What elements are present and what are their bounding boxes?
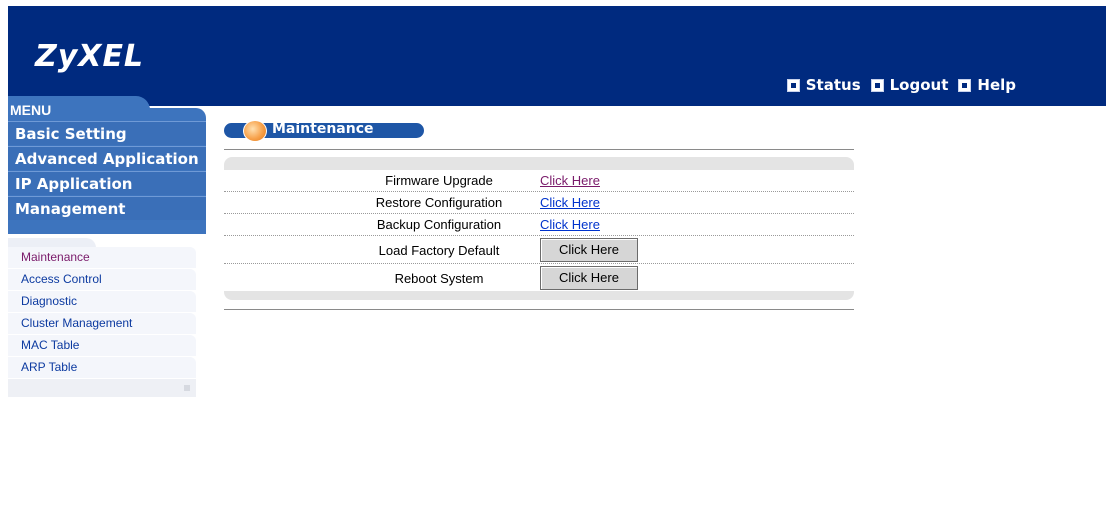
- divider-bottom: [224, 309, 854, 310]
- backup-configuration-link[interactable]: Click Here: [540, 217, 600, 232]
- menu-title: MENU: [10, 102, 52, 118]
- logout-icon: [870, 78, 884, 92]
- status-link-label: Status: [805, 76, 861, 94]
- table-row: Firmware Upgrade Click Here: [224, 170, 854, 192]
- divider-top: [224, 149, 854, 150]
- menu-item-management[interactable]: Management: [8, 196, 206, 220]
- top-links: Status Logout Help: [786, 76, 1016, 94]
- submenu-item-diagnostic[interactable]: Diagnostic: [8, 291, 196, 313]
- table-row: Reboot System Click Here: [224, 264, 854, 291]
- submenu-item-maintenance[interactable]: Maintenance: [8, 247, 196, 269]
- submenu-list: Maintenance Access Control Diagnostic Cl…: [8, 247, 196, 397]
- firmware-upgrade-link[interactable]: Click Here: [540, 173, 600, 188]
- status-link[interactable]: Status: [786, 76, 861, 94]
- logout-link-label: Logout: [889, 76, 949, 94]
- submenu-footer: [8, 379, 196, 397]
- table-row: Load Factory Default Click Here: [224, 236, 854, 264]
- submenu-item-access-control[interactable]: Access Control: [8, 269, 196, 291]
- menu-item-basic-setting[interactable]: Basic Setting: [8, 121, 206, 145]
- scroll-marker-icon: [184, 385, 190, 391]
- table-row: Backup Configuration Click Here: [224, 214, 854, 236]
- status-icon: [786, 78, 800, 92]
- submenu-item-mac-table[interactable]: MAC Table: [8, 335, 196, 357]
- header-banner: ZyXEL Status Logout Help: [8, 6, 1106, 106]
- submenu-item-cluster-management[interactable]: Cluster Management: [8, 313, 196, 335]
- submenu-item-arp-table[interactable]: ARP Table: [8, 357, 196, 379]
- maintenance-table: Firmware Upgrade Click Here Restore Conf…: [224, 157, 854, 300]
- menu-item-advanced-application[interactable]: Advanced Application: [8, 146, 206, 170]
- table-row: Restore Configuration Click Here: [224, 192, 854, 214]
- help-link[interactable]: Help: [958, 76, 1016, 94]
- help-link-label: Help: [977, 76, 1016, 94]
- reboot-system-button[interactable]: Click Here: [540, 266, 638, 290]
- load-factory-default-button[interactable]: Click Here: [540, 238, 638, 262]
- menu-item-ip-application[interactable]: IP Application: [8, 171, 206, 195]
- help-icon: [958, 78, 972, 92]
- page-title: Maintenance: [272, 121, 374, 137]
- maintenance-table-body: Firmware Upgrade Click Here Restore Conf…: [224, 170, 854, 291]
- restore-configuration-link[interactable]: Click Here: [540, 195, 600, 210]
- zyxel-logo: ZyXEL: [35, 39, 145, 74]
- logout-link[interactable]: Logout: [870, 76, 949, 94]
- orb-icon: [243, 120, 267, 142]
